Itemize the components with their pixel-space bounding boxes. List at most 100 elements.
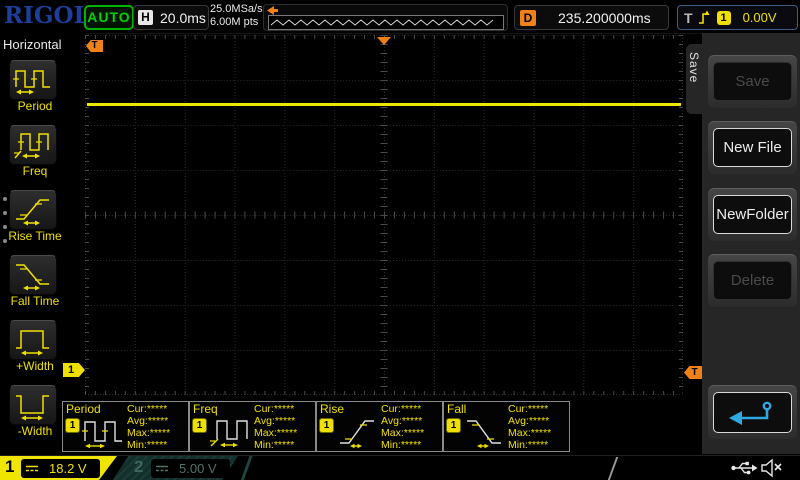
waveform-preview xyxy=(263,4,508,31)
delay-value: 235.200000ms xyxy=(558,10,651,26)
divider xyxy=(240,456,252,480)
page-dot xyxy=(3,211,7,215)
trigger-slope-icon xyxy=(697,9,711,26)
period-button[interactable] xyxy=(9,60,57,100)
acquisition-readout: 25.0MSa/s 6.00M pts xyxy=(210,3,263,29)
measurement-fall[interactable]: Fall 1 Cur:***** Avg:***** Max:***** Min… xyxy=(443,401,570,452)
delay-readout: D 235.200000ms xyxy=(514,5,669,30)
period-icon xyxy=(13,63,53,97)
speaker-muted-icon xyxy=(760,458,784,478)
timebase-readout: H 20.0ms xyxy=(133,5,209,30)
neg-width-icon xyxy=(13,388,53,422)
sidebar-item-label: Fall Time xyxy=(0,294,70,308)
delete-button[interactable]: Delete xyxy=(713,261,792,300)
run-status-badge: AUTO xyxy=(84,5,134,30)
softkey-menu: Save Save New File NewFolder Delete xyxy=(702,33,800,454)
neg-width-button[interactable] xyxy=(9,385,57,425)
channel2-scale: 5.00 V xyxy=(179,461,217,476)
sidebar-item-label: Period xyxy=(0,99,70,113)
measurement-rise[interactable]: Rise 1 Cur:***** Avg:***** Max:***** Min… xyxy=(316,401,443,452)
graticule xyxy=(85,35,683,395)
sidebar-item-label: Rise Time xyxy=(0,229,70,243)
sidebar-item-rise-time[interactable]: Rise Time xyxy=(0,190,85,252)
divider xyxy=(608,457,618,480)
rise-time-icon xyxy=(13,193,53,227)
preview-trace xyxy=(271,20,493,25)
pos-width-icon xyxy=(13,323,53,357)
softkey-new-file[interactable]: New File xyxy=(708,121,797,174)
return-arrow-icon xyxy=(727,399,779,427)
rigol-logo: RIGOL xyxy=(4,2,90,29)
measurement-name: Fall xyxy=(447,402,466,416)
measurement-name: Period xyxy=(66,402,101,416)
new-file-button[interactable]: New File xyxy=(713,128,792,167)
period-meas-icon xyxy=(82,415,126,449)
delay-icon: D xyxy=(520,10,536,26)
menu-tab-label: Save xyxy=(687,52,701,83)
channel-badge: 1 xyxy=(447,419,460,432)
measurement-stats: Cur:***** Avg:***** Max:***** Min:***** xyxy=(381,403,424,451)
freq-icon xyxy=(13,128,53,162)
fall-meas-icon xyxy=(463,415,507,449)
measurement-name: Rise xyxy=(320,402,344,416)
channel1-trace xyxy=(87,103,681,106)
measurement-stats: Cur:***** Avg:***** Max:***** Min:***** xyxy=(508,403,551,451)
freq-button[interactable] xyxy=(9,125,57,165)
top-status-bar: RIGOL AUTO H 20.0ms 25.0MSa/s 6.00M pts … xyxy=(0,0,800,34)
channel1-scale-box: 18.2 V xyxy=(21,459,100,478)
softkey-new-folder[interactable]: NewFolder xyxy=(708,188,797,241)
channel1-status[interactable]: 1 18.2 V xyxy=(0,456,117,480)
channel1-number: 1 xyxy=(5,457,14,477)
horizontal-icon: H xyxy=(138,10,153,25)
softkey-back[interactable] xyxy=(708,385,797,439)
dc-coupling-icon xyxy=(25,463,39,474)
channel2-status[interactable]: 2 5.00 V xyxy=(112,456,238,480)
oscilloscope-screen: RIGOL AUTO H 20.0ms 25.0MSa/s 6.00M pts … xyxy=(0,0,800,480)
page-dot xyxy=(3,197,7,201)
trigger-level-marker[interactable]: T xyxy=(684,366,702,379)
usb-icon xyxy=(730,459,758,477)
channel-badge: 1 xyxy=(66,419,79,432)
pos-width-button[interactable] xyxy=(9,320,57,360)
memory-depth: 6.00M pts xyxy=(210,16,263,29)
measurement-stats: Cur:***** Avg:***** Max:***** Min:***** xyxy=(254,403,297,451)
fall-time-button[interactable] xyxy=(9,255,57,295)
menu-tab: Save xyxy=(686,44,702,114)
measurement-name: Freq xyxy=(193,402,218,416)
new-folder-button[interactable]: NewFolder xyxy=(713,195,792,234)
page-dot xyxy=(3,239,7,243)
measure-category-title: Horizontal xyxy=(3,37,62,52)
softkey-delete[interactable]: Delete xyxy=(708,254,797,307)
save-button[interactable]: Save xyxy=(713,62,792,101)
channel-status-bar: 1 18.2 V 2 5.00 V xyxy=(0,455,800,480)
sidebar-item-fall-time[interactable]: Fall Time xyxy=(0,255,85,317)
measure-sidebar: Horizontal Period xyxy=(0,33,85,455)
channel2-scale-box: 5.00 V xyxy=(151,459,230,478)
measurement-period[interactable]: Period 1 Cur:***** Avg:***** Max:***** M… xyxy=(62,401,189,452)
channel-badge: 1 xyxy=(320,419,333,432)
trigger-readout: T 1 0.00V xyxy=(677,5,798,30)
dc-coupling-icon xyxy=(155,463,169,474)
sample-rate: 25.0MSa/s xyxy=(210,3,263,16)
measurement-stats: Cur:***** Avg:***** Max:***** Min:***** xyxy=(127,403,170,451)
fall-time-icon xyxy=(13,258,53,292)
channel1-scale: 18.2 V xyxy=(49,461,87,476)
preview-window xyxy=(268,15,504,30)
timebase-value: 20.0ms xyxy=(160,10,206,26)
trigger-position-arrow-icon[interactable] xyxy=(377,37,391,45)
page-dot xyxy=(3,225,7,229)
sidebar-item-period[interactable]: Period xyxy=(0,60,85,122)
measurement-freq[interactable]: Freq 1 Cur:***** Avg:***** Max:***** Min… xyxy=(189,401,316,452)
trigger-label: T xyxy=(684,10,693,26)
sidebar-item-label: +Width xyxy=(0,359,70,373)
channel2-number: 2 xyxy=(134,457,143,477)
trigger-level-value: 0.00V xyxy=(743,10,777,25)
rise-meas-icon xyxy=(336,415,380,449)
preview-position-arrow-icon xyxy=(267,6,279,15)
sidebar-item-label: -Width xyxy=(0,424,70,438)
softkey-save[interactable]: Save xyxy=(708,55,797,108)
channel-badge: 1 xyxy=(193,419,206,432)
back-button[interactable] xyxy=(713,392,792,433)
rise-time-button[interactable] xyxy=(9,190,57,230)
sidebar-item-freq[interactable]: Freq xyxy=(0,125,85,187)
